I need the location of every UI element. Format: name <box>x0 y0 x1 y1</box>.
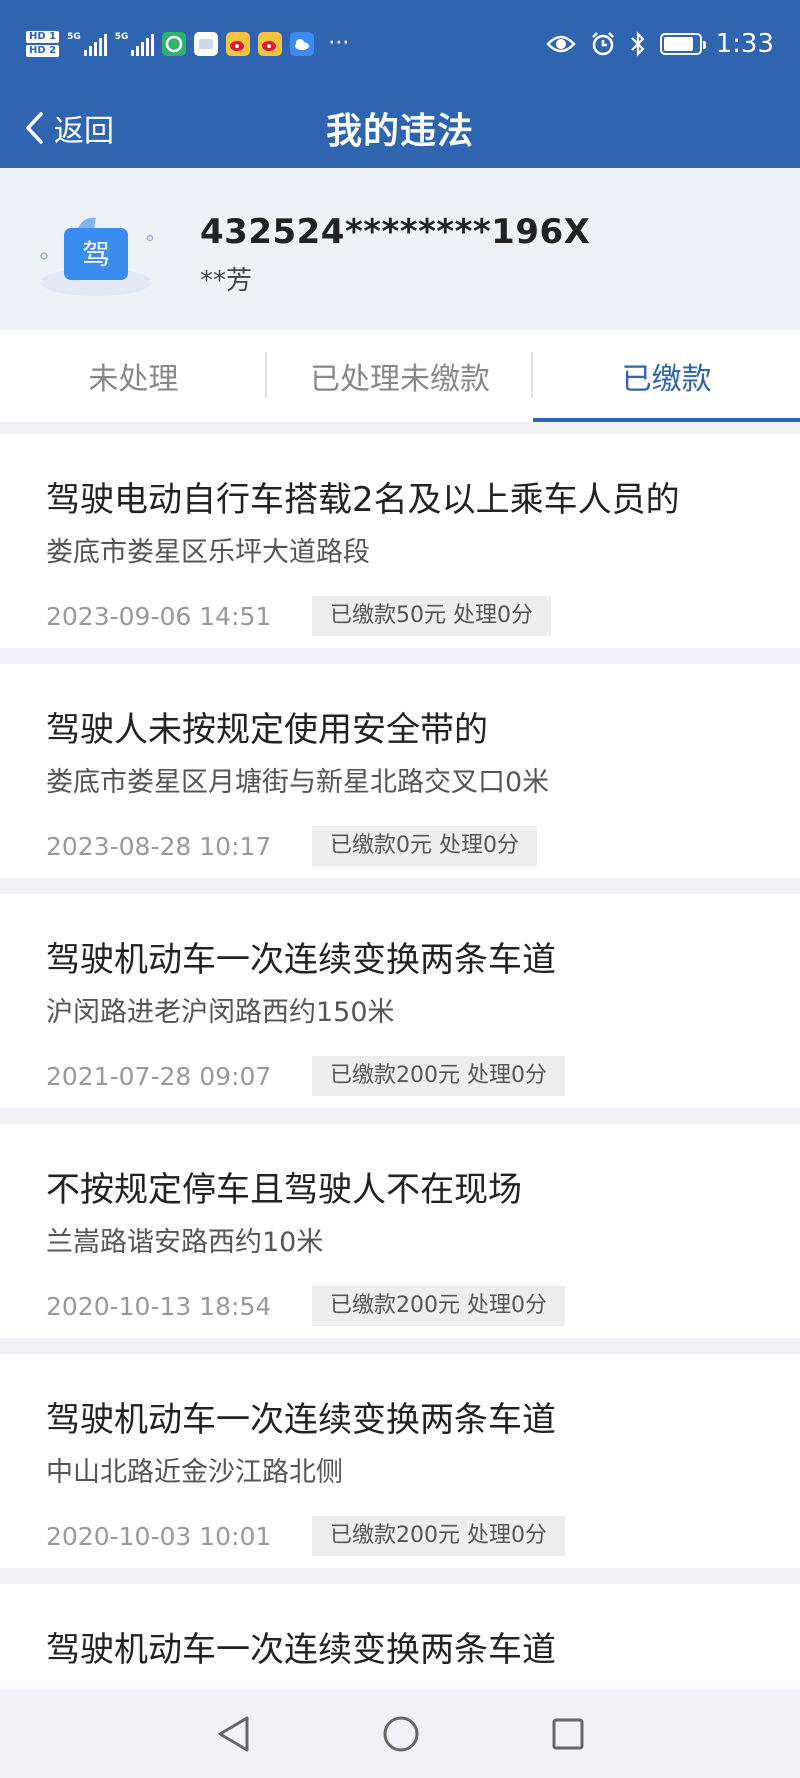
battery-fill <box>663 37 693 51</box>
payment-status-badge: 已缴款50元 处理0分 <box>312 596 551 636</box>
tab-paid[interactable]: 已缴款 <box>533 330 800 422</box>
violation-title: 驾驶人未按规定使用安全带的 <box>46 710 488 750</box>
violation-datetime: 2020-10-13 18:54 <box>46 1292 272 1321</box>
nav-bar: 返回 我的违法 <box>0 88 800 168</box>
battery-icon <box>659 33 706 55</box>
payment-status-badge: 已缴款200元 处理0分 <box>312 1516 565 1556</box>
violation-location: 娄底市娄星区月塘街与新星北路交叉口0米 <box>46 767 550 798</box>
payment-status-badge: 已缴款200元 处理0分 <box>312 1056 565 1096</box>
weibo-icon-2 <box>258 32 283 56</box>
status-bar: HD 1 HD 2 5G 5G ··· 1:33 <box>0 0 800 88</box>
hd-2-label: HD 2 <box>26 45 60 57</box>
violation-card[interactable]: 不按规定停车且驾驶人不在现场 兰嵩路谐安路西约10米 2020-10-13 18… <box>0 1124 800 1338</box>
back-chevron-icon <box>26 112 43 144</box>
driver-license-icon: 驾 <box>40 217 154 296</box>
status-time: 1:33 <box>715 29 774 59</box>
license-holder-name: **芳 <box>200 266 253 296</box>
violation-title: 驾驶电动自行车搭载2名及以上乘车人员的 <box>46 480 680 520</box>
signal-icon-2: 5G <box>115 32 155 56</box>
violation-location: 娄底市娄星区乐坪大道路段 <box>46 537 370 568</box>
app-header: HD 1 HD 2 5G 5G ··· 1:33 返回 我的违法 <box>0 0 800 168</box>
violation-datetime: 2020-10-03 10:01 <box>46 1522 272 1551</box>
violation-card[interactable]: 驾驶机动车一次连续变换两条车道 沪闵路进老沪闵路西约150米 2021-07-2… <box>0 894 800 1108</box>
violation-datetime: 2021-07-28 09:07 <box>46 1062 272 1091</box>
license-icon-char: 驾 <box>82 238 110 271</box>
weibo-icon <box>226 32 251 56</box>
license-panel: 驾 432524********196X **芳 <box>0 168 800 330</box>
violation-title: 驾驶机动车一次连续变换两条车道 <box>46 1400 556 1440</box>
message-notification-icon <box>194 32 219 56</box>
hd-1-label: HD 1 <box>26 31 60 43</box>
status-left: HD 1 HD 2 5G 5G ··· <box>26 31 349 57</box>
back-label: 返回 <box>54 114 114 149</box>
network-type-1: 5G <box>67 32 81 42</box>
violation-location: 中山北路近金沙江路北侧 <box>46 1457 343 1488</box>
weather-icon <box>290 32 315 56</box>
tab-processed-unpaid[interactable]: 已处理未缴款 <box>267 330 534 422</box>
alarm-icon <box>591 32 614 56</box>
violation-title: 驾驶机动车一次连续变换两条车道 <box>46 1630 556 1670</box>
violation-location: 兰嵩路谐安路西约10米 <box>46 1227 324 1258</box>
signal-icon-1: 5G <box>67 32 107 56</box>
more-notifications-icon: ··· <box>328 31 350 56</box>
payment-status-badge: 已缴款200元 处理0分 <box>312 1286 565 1326</box>
network-type-2: 5G <box>114 32 129 42</box>
payment-status-badge: 已缴款0元 处理0分 <box>312 826 537 866</box>
violation-card[interactable]: 驾驶机动车一次连续变换两条车道 中山北路近金沙江路北侧 2020-10-03 1… <box>0 1354 800 1568</box>
tab-unprocessed[interactable]: 未处理 <box>0 330 267 422</box>
nav-back-icon[interactable] <box>215 1715 251 1753</box>
violation-datetime: 2023-08-28 10:17 <box>46 832 272 861</box>
violation-list: 驾驶电动自行车搭载2名及以上乘车人员的 娄底市娄星区乐坪大道路段 2023-09… <box>0 434 800 1778</box>
status-tabs: 未处理 已处理未缴款 已缴款 <box>0 330 800 422</box>
status-right: 1:33 <box>545 29 774 59</box>
violation-card[interactable]: 驾驶电动自行车搭载2名及以上乘车人员的 娄底市娄星区乐坪大道路段 2023-09… <box>0 434 800 648</box>
system-nav-bar <box>0 1690 800 1778</box>
nav-recents-icon[interactable] <box>551 1717 585 1751</box>
violation-datetime: 2023-09-06 14:51 <box>46 602 272 631</box>
violation-card[interactable]: 驾驶人未按规定使用安全带的 娄底市娄星区月塘街与新星北路交叉口0米 2023-0… <box>0 664 800 878</box>
violation-title: 驾驶机动车一次连续变换两条车道 <box>46 940 556 980</box>
violation-title: 不按规定停车且驾驶人不在现场 <box>46 1170 522 1210</box>
page-title: 我的违法 <box>325 111 474 152</box>
hd-indicator: HD 1 HD 2 <box>26 31 60 57</box>
back-button[interactable]: 返回 <box>24 88 114 168</box>
bluetooth-icon <box>630 31 645 57</box>
license-number: 432524********196X <box>200 212 591 252</box>
app-notification-icon <box>162 32 187 56</box>
violation-location: 沪闵路进老沪闵路西约150米 <box>46 997 395 1028</box>
eye-icon <box>545 35 576 53</box>
nav-home-icon[interactable] <box>382 1715 420 1753</box>
